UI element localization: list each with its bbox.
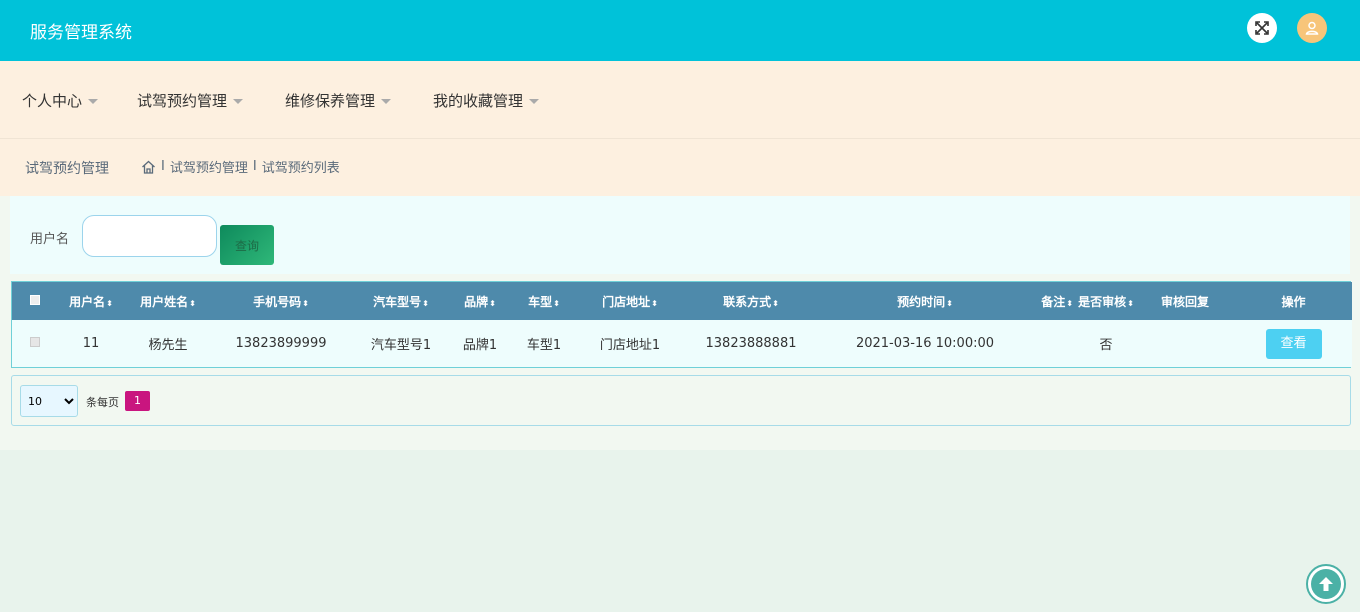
- cell-reply: [1135, 320, 1235, 367]
- sort-icon[interactable]: ⬍: [946, 299, 953, 308]
- column-label: 预约时间: [897, 294, 946, 309]
- breadcrumb-separator: I: [252, 159, 257, 174]
- column-header[interactable]: 品牌⬍: [451, 282, 509, 320]
- select-all-checkbox[interactable]: [29, 295, 40, 305]
- nav-personal-center[interactable]: 个人中心: [22, 90, 99, 111]
- cell-name: 杨先生: [148, 338, 188, 353]
- column-header[interactable]: 用户名⬍: [57, 282, 125, 320]
- breadcrumb-item[interactable]: 试驾预约管理: [170, 157, 248, 176]
- page-title: 试驾预约管理: [25, 161, 109, 177]
- pagination: 10 20 50 条每页 1: [11, 375, 1351, 426]
- column-label: 手机号码: [253, 294, 302, 309]
- search-form: 用户名 查询: [10, 196, 1350, 274]
- main-nav: 个人中心 试驾预约管理 维修保养管理 我的收藏管理: [0, 61, 1360, 139]
- column-header: 操作: [1235, 282, 1352, 320]
- cell-model: 汽车型号1: [370, 338, 432, 353]
- row-select-cell[interactable]: [12, 320, 57, 367]
- cell-type: 车型1: [526, 338, 562, 353]
- column-header[interactable]: 联系方式⬍: [681, 282, 821, 320]
- cell-phone: 13823899999: [235, 336, 327, 351]
- nav-label: 个人中心: [22, 92, 83, 110]
- cell-store: 门店地址1: [599, 338, 661, 353]
- column-label: 操作: [1281, 294, 1306, 309]
- data-table: 用户名⬍ 用户姓名⬍ 手机号码⬍ 汽车型号⬍ 品牌⬍ 车型⬍ 门店地址⬍ 联系方…: [11, 281, 1352, 368]
- cell-username: 11: [82, 336, 100, 351]
- cell-action: 查看: [1235, 320, 1352, 367]
- nav-test-drive-management[interactable]: 试驾预约管理: [137, 90, 244, 111]
- page-number-current[interactable]: 1: [125, 391, 150, 411]
- top-header: 服务管理系统: [0, 0, 1360, 61]
- sort-icon[interactable]: ⬍: [189, 299, 196, 308]
- select-all-cell[interactable]: [12, 282, 57, 320]
- cell-audited: 否: [1099, 338, 1113, 353]
- caret-down-icon: [88, 99, 99, 104]
- column-header[interactable]: 预约时间⬍: [821, 282, 1029, 320]
- search-button[interactable]: 查询: [220, 225, 274, 265]
- column-header[interactable]: 用户姓名⬍: [125, 282, 211, 320]
- column-label: 用户姓名: [140, 294, 189, 309]
- main-content: 用户名 查询 用户名⬍ 用户姓名⬍ 手机号码⬍ 汽车型号⬍ 品牌⬍ 车型⬍ 门店…: [0, 196, 1360, 450]
- breadcrumb: I 试驾预约管理 I 试驾预约列表: [141, 157, 340, 176]
- sort-icon[interactable]: ⬍: [489, 299, 496, 308]
- cell-remark: [1029, 320, 1077, 367]
- user-avatar-button[interactable]: [1297, 13, 1327, 43]
- nav-maintenance-management[interactable]: 维修保养管理: [285, 90, 392, 111]
- fullscreen-button[interactable]: [1247, 13, 1277, 43]
- breadcrumb-separator: I: [161, 159, 165, 174]
- column-label: 审核回复: [1160, 294, 1209, 309]
- column-label: 用户名: [69, 294, 106, 309]
- breadcrumb-item: 试驾预约列表: [261, 161, 340, 176]
- arrow-up-icon: [1311, 569, 1341, 599]
- column-header: 审核回复: [1135, 282, 1235, 320]
- column-header[interactable]: 是否审核⬍: [1077, 282, 1135, 320]
- cell-brand: 品牌1: [462, 338, 498, 353]
- nav-label: 试驾预约管理: [137, 92, 228, 110]
- column-label: 是否审核: [1078, 294, 1127, 309]
- home-icon[interactable]: [141, 160, 156, 174]
- sort-icon[interactable]: ⬍: [651, 299, 658, 308]
- view-button[interactable]: 查看: [1265, 328, 1322, 359]
- column-header[interactable]: 手机号码⬍: [211, 282, 351, 320]
- back-to-top-button[interactable]: [1306, 564, 1346, 604]
- user-avatar-icon: [1305, 21, 1319, 35]
- column-label: 车型: [528, 294, 553, 309]
- username-search-input[interactable]: [82, 215, 217, 257]
- fullscreen-icon: [1255, 21, 1269, 35]
- breadcrumb-bar: 试驾预约管理 I 试驾预约管理 I 试驾预约列表: [0, 139, 1360, 196]
- cell-contact: 13823888881: [705, 336, 797, 351]
- column-label: 门店地址: [602, 294, 651, 309]
- sort-icon[interactable]: ⬍: [302, 299, 309, 308]
- column-header[interactable]: 备注⬍: [1029, 282, 1077, 320]
- per-page-label: 条每页: [86, 396, 119, 409]
- cell-time: 2021-03-16 10:00:00: [855, 336, 995, 351]
- caret-down-icon: [233, 99, 244, 104]
- sort-icon[interactable]: ⬍: [1066, 299, 1073, 308]
- app-title: 服务管理系统: [30, 23, 132, 43]
- column-label: 备注: [1041, 294, 1066, 309]
- row-checkbox[interactable]: [29, 337, 40, 347]
- sort-icon[interactable]: ⬍: [422, 299, 429, 308]
- column-header[interactable]: 门店地址⬍: [579, 282, 681, 320]
- nav-favorites-management[interactable]: 我的收藏管理: [433, 90, 540, 111]
- sort-icon[interactable]: ⬍: [106, 299, 113, 308]
- column-header[interactable]: 汽车型号⬍: [351, 282, 451, 320]
- nav-label: 我的收藏管理: [433, 92, 524, 110]
- caret-down-icon: [529, 99, 540, 104]
- nav-label: 维修保养管理: [285, 92, 376, 110]
- table-row: 11 杨先生 13823899999 汽车型号1 品牌1 车型1 门店地址1 1…: [12, 320, 1352, 367]
- sort-icon[interactable]: ⬍: [772, 299, 779, 308]
- search-label: 用户名: [30, 232, 70, 247]
- column-label: 联系方式: [723, 294, 772, 309]
- column-label: 汽车型号: [373, 294, 422, 309]
- column-header[interactable]: 车型⬍: [509, 282, 579, 320]
- page-size-select[interactable]: 10 20 50: [20, 385, 78, 417]
- table-header-row: 用户名⬍ 用户姓名⬍ 手机号码⬍ 汽车型号⬍ 品牌⬍ 车型⬍ 门店地址⬍ 联系方…: [12, 282, 1352, 320]
- caret-down-icon: [381, 99, 392, 104]
- sort-icon[interactable]: ⬍: [553, 299, 560, 308]
- sort-icon[interactable]: ⬍: [1127, 299, 1134, 308]
- column-label: 品牌: [464, 294, 489, 309]
